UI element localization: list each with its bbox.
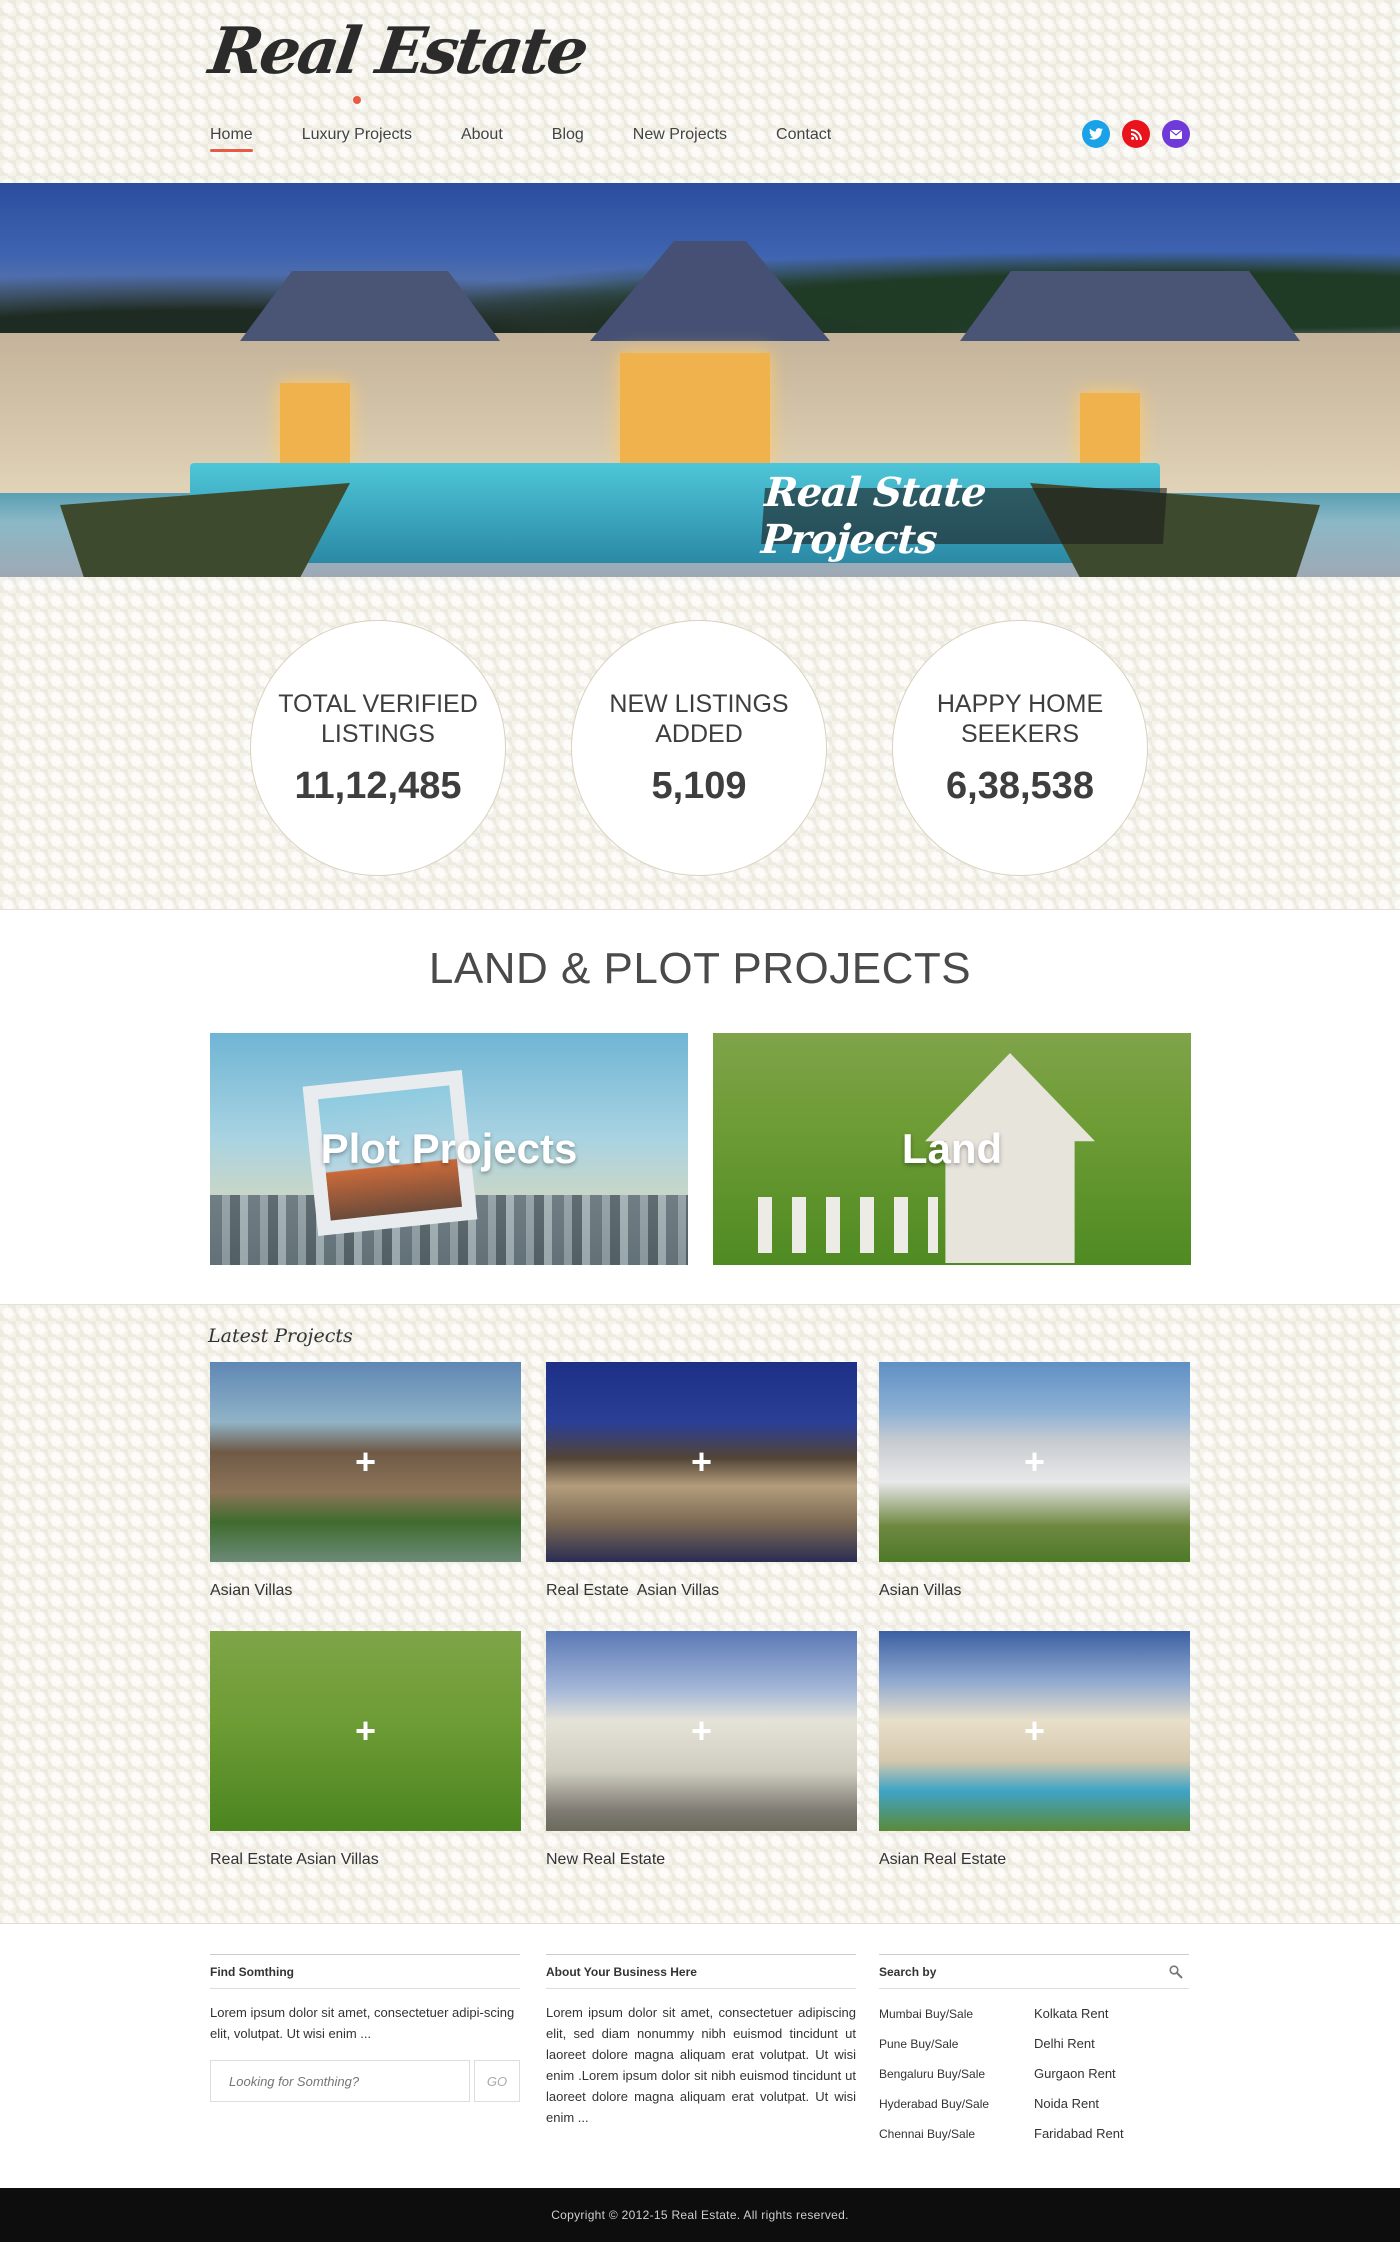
copyright-text: Copyright © 2012-15 Real Estate. All rig… (551, 2208, 849, 2222)
find-search-input[interactable] (210, 2060, 470, 2102)
link-noida[interactable]: Noida Rent (1034, 2089, 1189, 2119)
project-name[interactable]: Real Estate Asian Villas (546, 1582, 857, 1600)
plus-icon: + (354, 1441, 377, 1482)
link-kolkata[interactable]: Kolkata Rent (1034, 1999, 1189, 2029)
project-image[interactable]: + (879, 1631, 1190, 1831)
link-mumbai[interactable]: Mumbai Buy/Sale (879, 1999, 1034, 2029)
widget-title: Search by (879, 1954, 1189, 1989)
land-plot-section: LAND & PLOT PROJECTS Plot Projects Land (0, 909, 1400, 1305)
project-name[interactable]: Asian Real Estate (879, 1851, 1190, 1869)
link-bengaluru[interactable]: Bengaluru Buy/Sale (879, 2059, 1034, 2089)
widget-title: About Your Business Here (546, 1954, 856, 1989)
link-hyderabad[interactable]: Hyderabad Buy/Sale (879, 2089, 1034, 2119)
project-card[interactable]: + New Real Estate (546, 1631, 857, 1869)
stat-circle: TOTAL VERIFIED LISTINGS 11,12,485 (250, 620, 506, 876)
plus-icon: + (1023, 1710, 1046, 1751)
find-widget: Find Somthing Lorem ipsum dolor sit amet… (210, 1954, 520, 2102)
hero-banner: Real State Projects (760, 469, 1167, 563)
stat-value: 11,12,485 (294, 764, 462, 807)
plus-icon: + (1023, 1441, 1046, 1482)
hero-window (280, 383, 350, 463)
hero-chair-left (60, 483, 350, 577)
project-name[interactable]: Real Estate Asian Villas (210, 1851, 521, 1869)
stat-value: 6,38,538 (946, 764, 1094, 807)
project-card[interactable]: + Real Estate Asian Villas (210, 1631, 521, 1869)
link-chennai[interactable]: Chennai Buy/Sale (879, 2119, 1034, 2149)
site-logo[interactable]: Real Estate (205, 14, 591, 89)
widget-title-text: Search by (879, 1965, 937, 1979)
copyright-bar: Copyright © 2012-15 Real Estate. All rig… (0, 2188, 1400, 2242)
link-pune[interactable]: Pune Buy/Sale (879, 2029, 1034, 2059)
social-links (1082, 120, 1190, 148)
mail-icon[interactable] (1162, 120, 1190, 148)
project-card[interactable]: + Real Estate Asian Villas (546, 1362, 857, 1600)
stats-section: TOTAL VERIFIED LISTINGS 11,12,485 NEW LI… (0, 577, 1400, 909)
about-widget: About Your Business Here Lorem ipsum dol… (546, 1954, 856, 2128)
nav-blog[interactable]: Blog (552, 126, 584, 152)
card-title: Plot Projects (320, 1125, 578, 1172)
footer-widgets: Find Somthing Lorem ipsum dolor sit amet… (0, 1923, 1400, 2188)
project-name[interactable]: Asian Villas (210, 1582, 521, 1600)
site-header: Real Estate Home Luxury Projects About B… (205, 0, 1190, 183)
stat-label: HAPPY HOME SEEKERS (936, 689, 1104, 748)
rss-icon[interactable] (1122, 120, 1150, 148)
nav-about[interactable]: About (461, 126, 503, 152)
hero-roof-right (960, 271, 1300, 341)
link-delhi[interactable]: Delhi Rent (1034, 2029, 1189, 2059)
stat-label: NEW LISTINGS ADDED (609, 689, 789, 748)
plot-projects-card[interactable]: Plot Projects (210, 1033, 688, 1265)
search-by-links: Mumbai Buy/Sale Pune Buy/Sale Bengaluru … (879, 1999, 1189, 2149)
hero-image: Real State Projects (0, 183, 1400, 577)
search-icon[interactable] (1169, 1965, 1183, 1982)
project-card[interactable]: + Asian Real Estate (879, 1631, 1190, 1869)
hero-window (1080, 393, 1140, 463)
land-card[interactable]: Land (713, 1033, 1191, 1265)
plus-icon: + (690, 1710, 713, 1751)
find-search-box: GO (210, 2060, 520, 2102)
logo-dot (353, 96, 361, 104)
stat-label: TOTAL VERIFIED LISTINGS (278, 689, 478, 748)
rent-list: Kolkata Rent Delhi Rent Gurgaon Rent Noi… (1034, 1999, 1189, 2149)
link-gurgaon[interactable]: Gurgaon Rent (1034, 2059, 1189, 2089)
main-nav: Home Luxury Projects About Blog New Proj… (210, 126, 880, 152)
nav-home[interactable]: Home (210, 126, 253, 152)
project-name[interactable]: Asian Villas (879, 1582, 1190, 1600)
project-image[interactable]: + (546, 1631, 857, 1831)
link-faridabad[interactable]: Faridabad Rent (1034, 2119, 1189, 2149)
widget-title: Find Somthing (210, 1954, 520, 1989)
project-image[interactable]: + (546, 1362, 857, 1562)
go-button[interactable]: GO (474, 2060, 520, 2102)
card-title: Land (901, 1125, 1003, 1172)
latest-heading: Latest Projects (208, 1325, 353, 1347)
plus-icon: + (690, 1441, 713, 1482)
buy-sale-list: Mumbai Buy/Sale Pune Buy/Sale Bengaluru … (879, 1999, 1034, 2149)
nav-new-projects[interactable]: New Projects (633, 126, 727, 152)
widget-text: Lorem ipsum dolor sit amet, consectetuer… (210, 2005, 515, 2041)
project-card[interactable]: + Asian Villas (879, 1362, 1190, 1600)
project-card[interactable]: + Asian Villas (210, 1362, 521, 1600)
project-image[interactable]: + (879, 1362, 1190, 1562)
hero-window (620, 353, 770, 463)
project-name[interactable]: New Real Estate (546, 1851, 857, 1869)
widget-text: Lorem ipsum dolor sit amet, consectetuer… (546, 2005, 856, 2125)
nav-contact[interactable]: Contact (776, 126, 831, 152)
section-heading: LAND & PLOT PROJECTS (428, 944, 972, 993)
search-by-widget: Search by Mumbai Buy/Sale Pune Buy/Sale … (879, 1954, 1189, 2149)
twitter-icon[interactable] (1082, 120, 1110, 148)
project-image[interactable]: + (210, 1631, 521, 1831)
stat-value: 5,109 (651, 764, 747, 807)
latest-projects-section: Latest Projects + Asian Villas + Real Es… (0, 1305, 1400, 1923)
nav-luxury-projects[interactable]: Luxury Projects (302, 126, 412, 152)
project-image[interactable]: + (210, 1362, 521, 1562)
stat-circle: NEW LISTINGS ADDED 5,109 (571, 620, 827, 876)
paper-family (758, 1197, 938, 1253)
stat-circle: HAPPY HOME SEEKERS 6,38,538 (892, 620, 1148, 876)
plus-icon: + (354, 1710, 377, 1751)
